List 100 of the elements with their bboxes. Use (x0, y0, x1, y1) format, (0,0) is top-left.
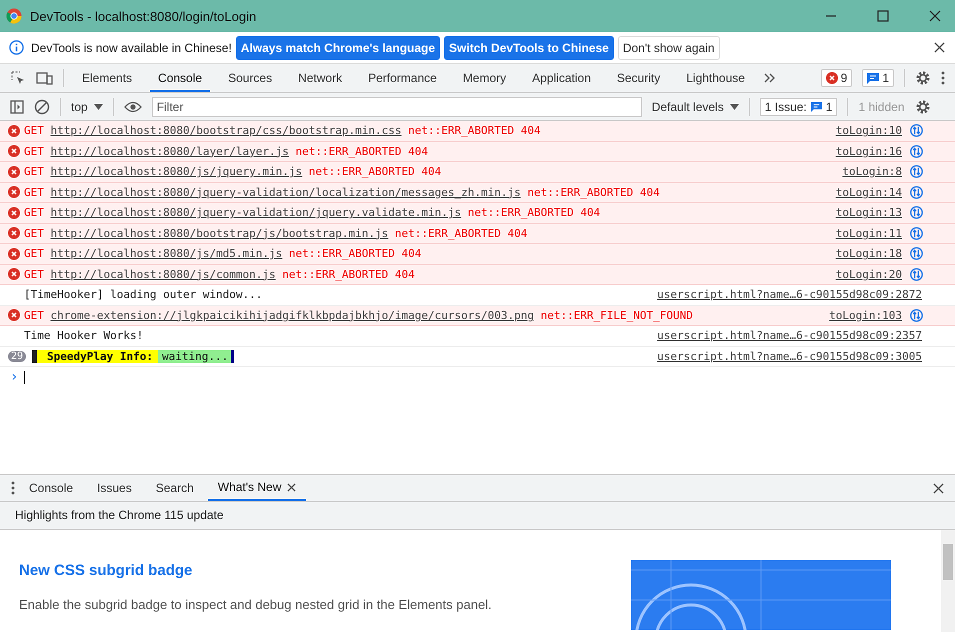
sidebar-toggle-icon[interactable] (10, 100, 24, 114)
panel-tab[interactable]: Memory (454, 64, 514, 92)
more-options-icon[interactable] (11, 481, 15, 495)
network-request-icon[interactable] (910, 268, 923, 281)
network-request-icon[interactable] (910, 308, 923, 322)
panel-tab[interactable]: Lighthouse (678, 64, 753, 92)
panel-tab[interactable]: Elements (74, 64, 140, 92)
more-options-icon[interactable] (941, 71, 945, 85)
close-icon[interactable] (929, 10, 941, 22)
info-icon (9, 40, 24, 55)
log-levels-dropdown[interactable]: Default levels (652, 100, 739, 114)
more-tabs-icon[interactable] (762, 72, 777, 84)
request-link[interactable]: http://localhost:8080/jquery-validation/jquery.validate.min.js (50, 206, 462, 220)
message-counter[interactable]: 1 (862, 69, 894, 87)
error-message: GET http://localhost:8080/jquery-validation/localization/messages_zh.min.js net::ERR_ABORTED 404 (24, 186, 660, 199)
network-request-icon[interactable] (910, 247, 923, 260)
settings-icon[interactable] (915, 70, 931, 86)
request-link[interactable]: chrome-extension://jlgkpaicikihijadgifklkbpdajbkhjo/image/cursors/003.png (50, 308, 534, 322)
error-message: GET http://localhost:8080/js/md5.min.js net::ERR_ABORTED 404 (24, 247, 422, 260)
eye-icon[interactable] (124, 100, 142, 112)
source-link[interactable]: toLogin:103 (829, 308, 902, 322)
issues-button[interactable]: 1 Issue: 1 (760, 98, 838, 116)
network-request-icon[interactable] (910, 186, 923, 199)
source-link[interactable]: toLogin:20 (836, 268, 902, 281)
error-message: GET http://localhost:8080/js/common.js net::ERR_ABORTED 404 (24, 268, 415, 281)
request-link[interactable]: http://localhost:8080/js/jquery.min.js (50, 165, 302, 178)
styled-log-message: SpeedyPlay Info: waiting... (32, 350, 234, 363)
message-icon (867, 72, 880, 84)
error-message: GET http://localhost:8080/bootstrap/js/bootstrap.min.js net::ERR_ABORTED 404 (24, 226, 528, 240)
maximize-icon[interactable] (877, 10, 889, 22)
filter-field[interactable]: Filter (152, 96, 642, 116)
error-message: GET http://localhost:8080/js/jquery.min.js net::ERR_ABORTED 404 (24, 165, 442, 178)
source-link[interactable]: userscript.html?name…6-c90155d98c09:2357 (657, 329, 922, 342)
hidden-count: 1 hidden (858, 100, 904, 114)
source-link[interactable]: userscript.html?name…6-c90155d98c09:2872 (657, 288, 922, 302)
device-toolbar-icon[interactable] (36, 70, 53, 86)
inspect-element-icon[interactable] (10, 70, 26, 86)
caret-icon (730, 104, 739, 110)
scrollbar[interactable] (941, 530, 955, 632)
network-request-icon[interactable] (910, 206, 923, 220)
panel-tab[interactable]: Network (290, 64, 350, 92)
panel-tab[interactable]: Security (608, 64, 668, 92)
drawer-tab[interactable]: Console (19, 475, 84, 501)
source-link[interactable]: toLogin:10 (836, 124, 902, 138)
window-title: DevTools - localhost:8080/login/toLogin (30, 8, 256, 24)
caret-icon (94, 104, 103, 110)
network-request-icon[interactable] (910, 124, 923, 138)
request-link[interactable]: http://localhost:8080/bootstrap/css/bootstrap.min.css (50, 124, 402, 138)
highlights-header: Highlights from the Chrome 115 update (0, 502, 955, 530)
panel-tab[interactable]: Application (524, 64, 599, 92)
request-link[interactable]: http://localhost:8080/js/md5.min.js (50, 247, 282, 260)
source-link[interactable]: toLogin:14 (836, 186, 902, 199)
error-icon (8, 145, 20, 158)
source-link[interactable]: toLogin:13 (836, 206, 902, 220)
error-icon (8, 186, 20, 198)
network-request-icon[interactable] (910, 144, 923, 158)
error-counter[interactable]: 9 (820, 69, 852, 87)
text-cursor (24, 370, 26, 384)
info-bar-button[interactable]: Always match Chrome's language (236, 36, 440, 60)
prompt-chevron: › (10, 369, 18, 385)
message-icon (810, 102, 822, 112)
request-link[interactable]: http://localhost:8080/js/common.js (50, 268, 276, 281)
info-bar-button[interactable]: Don't show again (618, 36, 720, 60)
panel-tab[interactable]: Performance (360, 64, 445, 92)
error-message: GET chrome-extension://jlgkpaicikihijadgifklkbpdajbkhjo/image/cursors/003.png net::ERR_FILE_NOT_FOUND (24, 308, 693, 322)
close-icon[interactable] (933, 482, 944, 494)
context-dropdown[interactable]: top (71, 100, 103, 114)
error-icon (8, 166, 20, 178)
source-link[interactable]: toLogin:16 (836, 144, 902, 158)
repeat-count-badge: 29 (8, 350, 26, 362)
request-link[interactable]: http://localhost:8080/jquery-validation/localization/messages_zh.min.js (50, 186, 521, 199)
error-message: GET http://localhost:8080/bootstrap/css/bootstrap.min.css net::ERR_ABORTED 404 (24, 124, 541, 138)
network-request-icon[interactable] (910, 226, 923, 240)
error-icon (8, 124, 20, 137)
clear-console-icon[interactable] (34, 98, 50, 114)
drawer-tab[interactable]: Search (146, 475, 204, 501)
source-link[interactable]: userscript.html?name…6-c90155d98c09:3005 (657, 350, 922, 363)
source-link[interactable]: toLogin:8 (842, 165, 902, 178)
drawer-tab[interactable]: Issues (87, 475, 142, 501)
error-icon (8, 206, 20, 219)
error-icon (8, 227, 20, 240)
close-icon[interactable] (287, 482, 296, 492)
close-icon[interactable] (934, 42, 945, 53)
info-message: DevTools is now available in Chinese! (31, 40, 232, 54)
article-title[interactable]: New CSS subgrid badge (19, 562, 631, 579)
network-request-icon[interactable] (910, 165, 923, 178)
error-icon (8, 268, 20, 280)
request-link[interactable]: http://localhost:8080/bootstrap/js/bootstrap.min.js (50, 226, 388, 240)
error-icon (826, 72, 838, 84)
settings-icon[interactable] (914, 98, 930, 114)
request-link[interactable]: http://localhost:8080/layer/layer.js (50, 144, 289, 158)
source-link[interactable]: toLogin:18 (836, 247, 902, 260)
log-message: [TimeHooker] loading outer window... (24, 288, 262, 302)
article-text: Enable the subgrid badge to inspect and debug nested grid in the Elements panel. (19, 597, 493, 612)
error-message: GET http://localhost:8080/layer/layer.js net::ERR_ABORTED 404 (24, 144, 428, 158)
log-message: Time Hooker Works! (24, 329, 144, 342)
source-link[interactable]: toLogin:11 (836, 226, 902, 240)
panel-tab[interactable]: Sources (220, 64, 280, 92)
error-message: GET http://localhost:8080/jquery-validation/jquery.validate.min.js net::ERR_ABORTED 404 (24, 206, 600, 220)
info-bar-button[interactable]: Switch DevTools to Chinese (444, 36, 614, 60)
